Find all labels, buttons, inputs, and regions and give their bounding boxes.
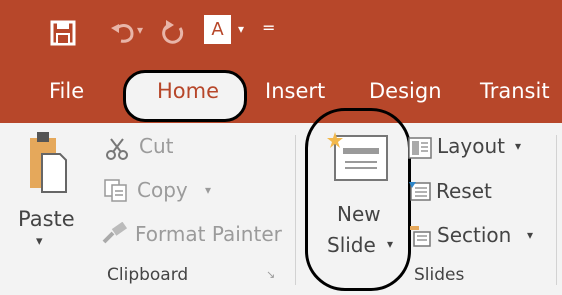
customize-toolbar-icon[interactable]: = <box>262 18 275 46</box>
layout-icon[interactable] <box>408 137 432 159</box>
tab-design[interactable]: Design <box>369 76 442 106</box>
undo-dropdown-icon[interactable]: ▾ <box>137 23 143 51</box>
new-slide-dropdown-icon[interactable]: ▾ <box>387 237 393 251</box>
cut-icon[interactable] <box>105 137 131 161</box>
clipboard-launcher-icon[interactable]: ↘ <box>266 268 275 281</box>
paste-icon[interactable] <box>29 132 67 194</box>
tab-file[interactable]: File <box>49 76 84 106</box>
layout-label[interactable]: Layout <box>437 134 505 158</box>
new-slide-label-line1[interactable]: New <box>337 202 381 226</box>
format-painter-label[interactable]: Format Painter <box>135 222 282 246</box>
format-painter-icon[interactable] <box>101 222 129 246</box>
tab-insert[interactable]: Insert <box>265 76 325 106</box>
tab-home[interactable]: Home <box>157 76 219 106</box>
font-color-button[interactable]: A <box>204 15 231 44</box>
new-slide-icon[interactable] <box>325 130 391 184</box>
reset-label[interactable]: Reset <box>436 179 492 203</box>
paste-dropdown-icon[interactable]: ▾ <box>36 234 43 249</box>
font-dropdown-icon[interactable]: ▾ <box>238 22 244 50</box>
tab-transitions[interactable]: Transit <box>480 76 550 106</box>
undo-icon[interactable] <box>110 21 136 45</box>
paste-label[interactable]: Paste <box>18 207 75 231</box>
copy-dropdown-icon[interactable]: ▾ <box>205 183 211 197</box>
cut-label[interactable]: Cut <box>139 134 173 158</box>
slides-group-label: Slides <box>414 265 465 285</box>
section-icon[interactable] <box>408 224 432 248</box>
section-label[interactable]: Section <box>437 223 511 247</box>
group-divider <box>295 135 296 285</box>
clipboard-group-label: Clipboard <box>107 265 189 285</box>
reset-icon[interactable] <box>408 180 432 202</box>
copy-icon[interactable] <box>103 178 129 202</box>
section-dropdown-icon[interactable]: ▾ <box>527 228 533 242</box>
new-slide-label-line2[interactable]: Slide <box>327 233 376 257</box>
save-icon[interactable] <box>50 20 76 46</box>
redo-icon[interactable] <box>160 18 186 46</box>
layout-dropdown-icon[interactable]: ▾ <box>515 139 521 153</box>
group-divider <box>556 135 557 285</box>
copy-label[interactable]: Copy <box>137 178 188 202</box>
